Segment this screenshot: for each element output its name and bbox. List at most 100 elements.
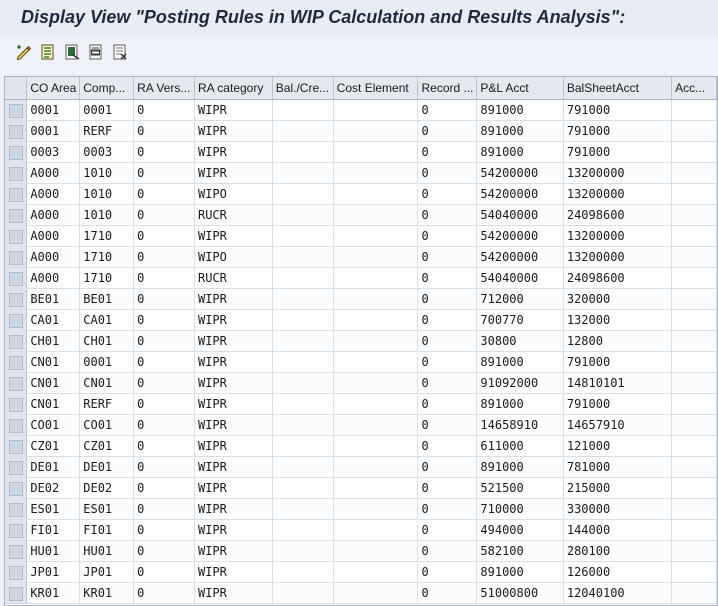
cell-cost-element[interactable] xyxy=(333,498,419,520)
cell-co-area[interactable]: FI01 xyxy=(26,519,81,541)
cell-balance-creation[interactable] xyxy=(272,351,334,373)
cell-record-quantity[interactable]: 0 xyxy=(417,204,478,226)
cell-balance-sheet-account[interactable]: 791000 xyxy=(563,351,673,373)
cell-record-quantity[interactable]: 0 xyxy=(417,141,478,163)
cell-company-code[interactable]: DE01 xyxy=(79,456,135,478)
cell-co-area[interactable]: DE02 xyxy=(26,477,81,499)
cell-company-code[interactable]: CZ01 xyxy=(79,435,135,457)
table-row[interactable]: A000 1010 0 WIPR 0 54200000 13200000 xyxy=(5,162,717,184)
cell-record-quantity[interactable]: 0 xyxy=(417,351,478,373)
row-selector[interactable] xyxy=(5,393,28,415)
cell-record-quantity[interactable]: 0 xyxy=(417,120,478,142)
cell-company-code[interactable]: CH01 xyxy=(79,330,135,352)
cell-ra-version[interactable]: 0 xyxy=(133,498,195,520)
table-row[interactable]: A000 1710 0 WIPO 0 54200000 13200000 xyxy=(5,246,717,268)
cell-company-code[interactable]: 1010 xyxy=(79,204,135,226)
table-row[interactable]: DE01 DE01 0 WIPR 0 891000 781000 xyxy=(5,456,717,478)
column-header-company-code[interactable]: Comp... xyxy=(79,77,135,100)
cell-ra-category[interactable]: WIPR xyxy=(194,498,273,520)
row-selector[interactable] xyxy=(5,477,28,499)
row-selector-box[interactable] xyxy=(8,545,23,559)
cell-accounting-principle[interactable] xyxy=(671,246,717,268)
cell-pl-account[interactable]: 700770 xyxy=(476,309,564,331)
cell-pl-account[interactable]: 611000 xyxy=(476,435,564,457)
table-row[interactable]: JP01 JP01 0 WIPR 0 891000 126000 xyxy=(5,561,717,583)
row-selector-box[interactable] xyxy=(8,377,23,391)
row-selector-box[interactable] xyxy=(8,251,23,265)
cell-balance-sheet-account[interactable]: 144000 xyxy=(563,519,673,541)
cell-accounting-principle[interactable] xyxy=(671,372,717,394)
row-selector[interactable] xyxy=(5,246,28,268)
cell-ra-category[interactable]: RUCR xyxy=(194,204,273,226)
cell-company-code[interactable]: RERF xyxy=(79,120,135,142)
table-row[interactable]: CO01 CO01 0 WIPR 0 14658910 14657910 xyxy=(5,414,717,436)
table-row[interactable]: A000 1010 0 RUCR 0 54040000 24098600 xyxy=(5,204,717,226)
cell-balance-creation[interactable] xyxy=(272,120,334,142)
cell-company-code[interactable]: DE02 xyxy=(79,477,135,499)
row-selector[interactable] xyxy=(5,267,28,289)
cell-accounting-principle[interactable] xyxy=(671,225,717,247)
cell-balance-creation[interactable] xyxy=(272,456,334,478)
cell-balance-creation[interactable] xyxy=(272,246,334,268)
row-selector[interactable] xyxy=(5,372,28,394)
cell-company-code[interactable]: 1010 xyxy=(79,183,135,205)
row-selector[interactable] xyxy=(5,204,28,226)
cell-record-quantity[interactable]: 0 xyxy=(417,162,478,184)
row-selector[interactable] xyxy=(5,162,28,184)
cell-company-code[interactable]: HU01 xyxy=(79,540,135,562)
cell-balance-creation[interactable] xyxy=(272,414,334,436)
table-row[interactable]: A000 1710 0 WIPR 0 54200000 13200000 xyxy=(5,225,717,247)
cell-co-area[interactable]: 0003 xyxy=(26,141,81,163)
cell-company-code[interactable]: KR01 xyxy=(79,582,135,604)
cell-ra-version[interactable]: 0 xyxy=(133,183,195,205)
cell-ra-version[interactable]: 0 xyxy=(133,561,195,583)
cell-co-area[interactable]: ES01 xyxy=(26,498,81,520)
cell-accounting-principle[interactable] xyxy=(671,162,717,184)
deselect-all-button[interactable] xyxy=(110,42,130,62)
cell-cost-element[interactable] xyxy=(333,309,419,331)
cell-balance-sheet-account[interactable]: 126000 xyxy=(563,561,673,583)
cell-record-quantity[interactable]: 0 xyxy=(417,393,478,415)
cell-record-quantity[interactable]: 0 xyxy=(417,288,478,310)
cell-ra-version[interactable]: 0 xyxy=(133,99,195,121)
row-selector[interactable] xyxy=(5,498,28,520)
cell-pl-account[interactable]: 710000 xyxy=(476,498,564,520)
cell-cost-element[interactable] xyxy=(333,519,419,541)
cell-ra-version[interactable]: 0 xyxy=(133,246,195,268)
cell-balance-creation[interactable] xyxy=(272,204,334,226)
cell-co-area[interactable]: CN01 xyxy=(26,393,81,415)
cell-co-area[interactable]: A000 xyxy=(26,246,81,268)
table-row[interactable]: A000 1010 0 WIPO 0 54200000 13200000 xyxy=(5,183,717,205)
cell-ra-category[interactable]: WIPO xyxy=(194,246,273,268)
column-header-balance-creation[interactable]: Bal./Cre... xyxy=(272,77,334,100)
cell-company-code[interactable]: CA01 xyxy=(79,309,135,331)
cell-balance-sheet-account[interactable]: 791000 xyxy=(563,393,673,415)
row-selector-box[interactable] xyxy=(8,272,23,286)
cell-balance-creation[interactable] xyxy=(272,309,334,331)
cell-pl-account[interactable]: 582100 xyxy=(476,540,564,562)
table-row[interactable]: FI01 FI01 0 WIPR 0 494000 144000 xyxy=(5,519,717,541)
row-selector[interactable] xyxy=(5,330,28,352)
cell-record-quantity[interactable]: 0 xyxy=(417,540,478,562)
row-selector[interactable] xyxy=(5,540,28,562)
cell-record-quantity[interactable]: 0 xyxy=(417,183,478,205)
cell-balance-sheet-account[interactable]: 24098600 xyxy=(563,267,673,289)
cell-ra-version[interactable]: 0 xyxy=(133,120,195,142)
cell-accounting-principle[interactable] xyxy=(671,477,717,499)
cell-ra-category[interactable]: WIPR xyxy=(194,372,273,394)
row-selector[interactable] xyxy=(5,99,28,121)
table-row[interactable]: ES01 ES01 0 WIPR 0 710000 330000 xyxy=(5,498,717,520)
cell-balance-sheet-account[interactable]: 12800 xyxy=(563,330,673,352)
cell-cost-element[interactable] xyxy=(333,540,419,562)
cell-pl-account[interactable]: 891000 xyxy=(476,99,564,121)
cell-accounting-principle[interactable] xyxy=(671,351,717,373)
cell-record-quantity[interactable]: 0 xyxy=(417,561,478,583)
cell-balance-creation[interactable] xyxy=(272,183,334,205)
row-selector[interactable] xyxy=(5,414,28,436)
cell-cost-element[interactable] xyxy=(333,414,419,436)
cell-record-quantity[interactable]: 0 xyxy=(417,519,478,541)
cell-accounting-principle[interactable] xyxy=(671,519,717,541)
cell-accounting-principle[interactable] xyxy=(671,414,717,436)
column-header-co-area[interactable]: CO Area xyxy=(26,77,81,100)
row-selector[interactable] xyxy=(5,435,28,457)
